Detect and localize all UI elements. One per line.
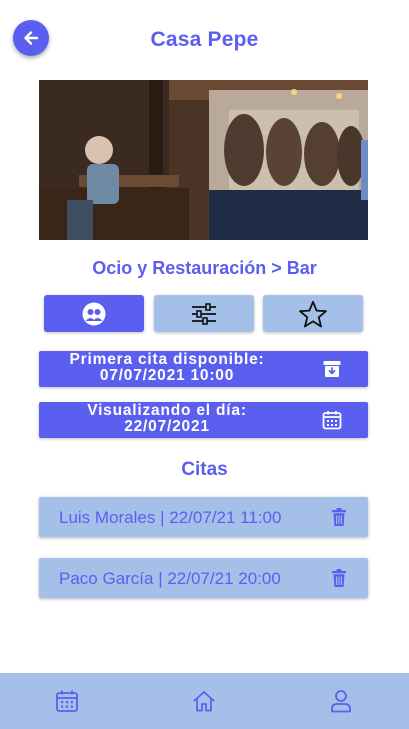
appointment-text: Paco García | 22/07/21 20:00: [59, 569, 281, 588]
trash-icon[interactable]: [331, 568, 347, 588]
viewing-day-value: 22/07/2021: [124, 418, 210, 435]
tab-filters[interactable]: [154, 295, 254, 332]
tab-favorites[interactable]: [263, 295, 363, 332]
appointment-text: Luis Morales | 22/07/21 11:00: [59, 508, 282, 527]
appointment-item[interactable]: Luis Morales | 22/07/21 11:00: [39, 497, 368, 537]
bottom-navigation: [0, 673, 409, 729]
business-photo: [39, 80, 368, 240]
page-title: Casa Pepe: [150, 28, 259, 51]
group-icon: [82, 302, 106, 325]
user-icon[interactable]: [330, 689, 352, 713]
home-icon[interactable]: [192, 689, 216, 713]
sliders-icon: [192, 302, 216, 325]
appointment-item[interactable]: Paco García | 22/07/21 20:00: [39, 558, 368, 598]
star-icon: [299, 300, 327, 327]
trash-icon[interactable]: [331, 507, 347, 527]
archive-download-icon: [323, 361, 341, 377]
appointments-title: Citas: [181, 459, 228, 480]
tab-group[interactable]: [44, 295, 144, 332]
first-available-value: 07/07/2021 10:00: [99, 367, 235, 384]
category-label: Ocio y Restauración > Bar: [92, 258, 317, 278]
calendar-icon: [322, 411, 342, 430]
viewing-day-label: Visualizando el día:: [87, 402, 247, 419]
first-available-label: Primera cita disponible:: [69, 351, 265, 368]
first-available-button[interactable]: Primera cita disponible: 07/07/2021 10:0…: [39, 351, 368, 387]
calendar-icon[interactable]: [55, 689, 79, 713]
viewing-day-button[interactable]: Visualizando el día: 22/07/2021: [39, 402, 368, 438]
